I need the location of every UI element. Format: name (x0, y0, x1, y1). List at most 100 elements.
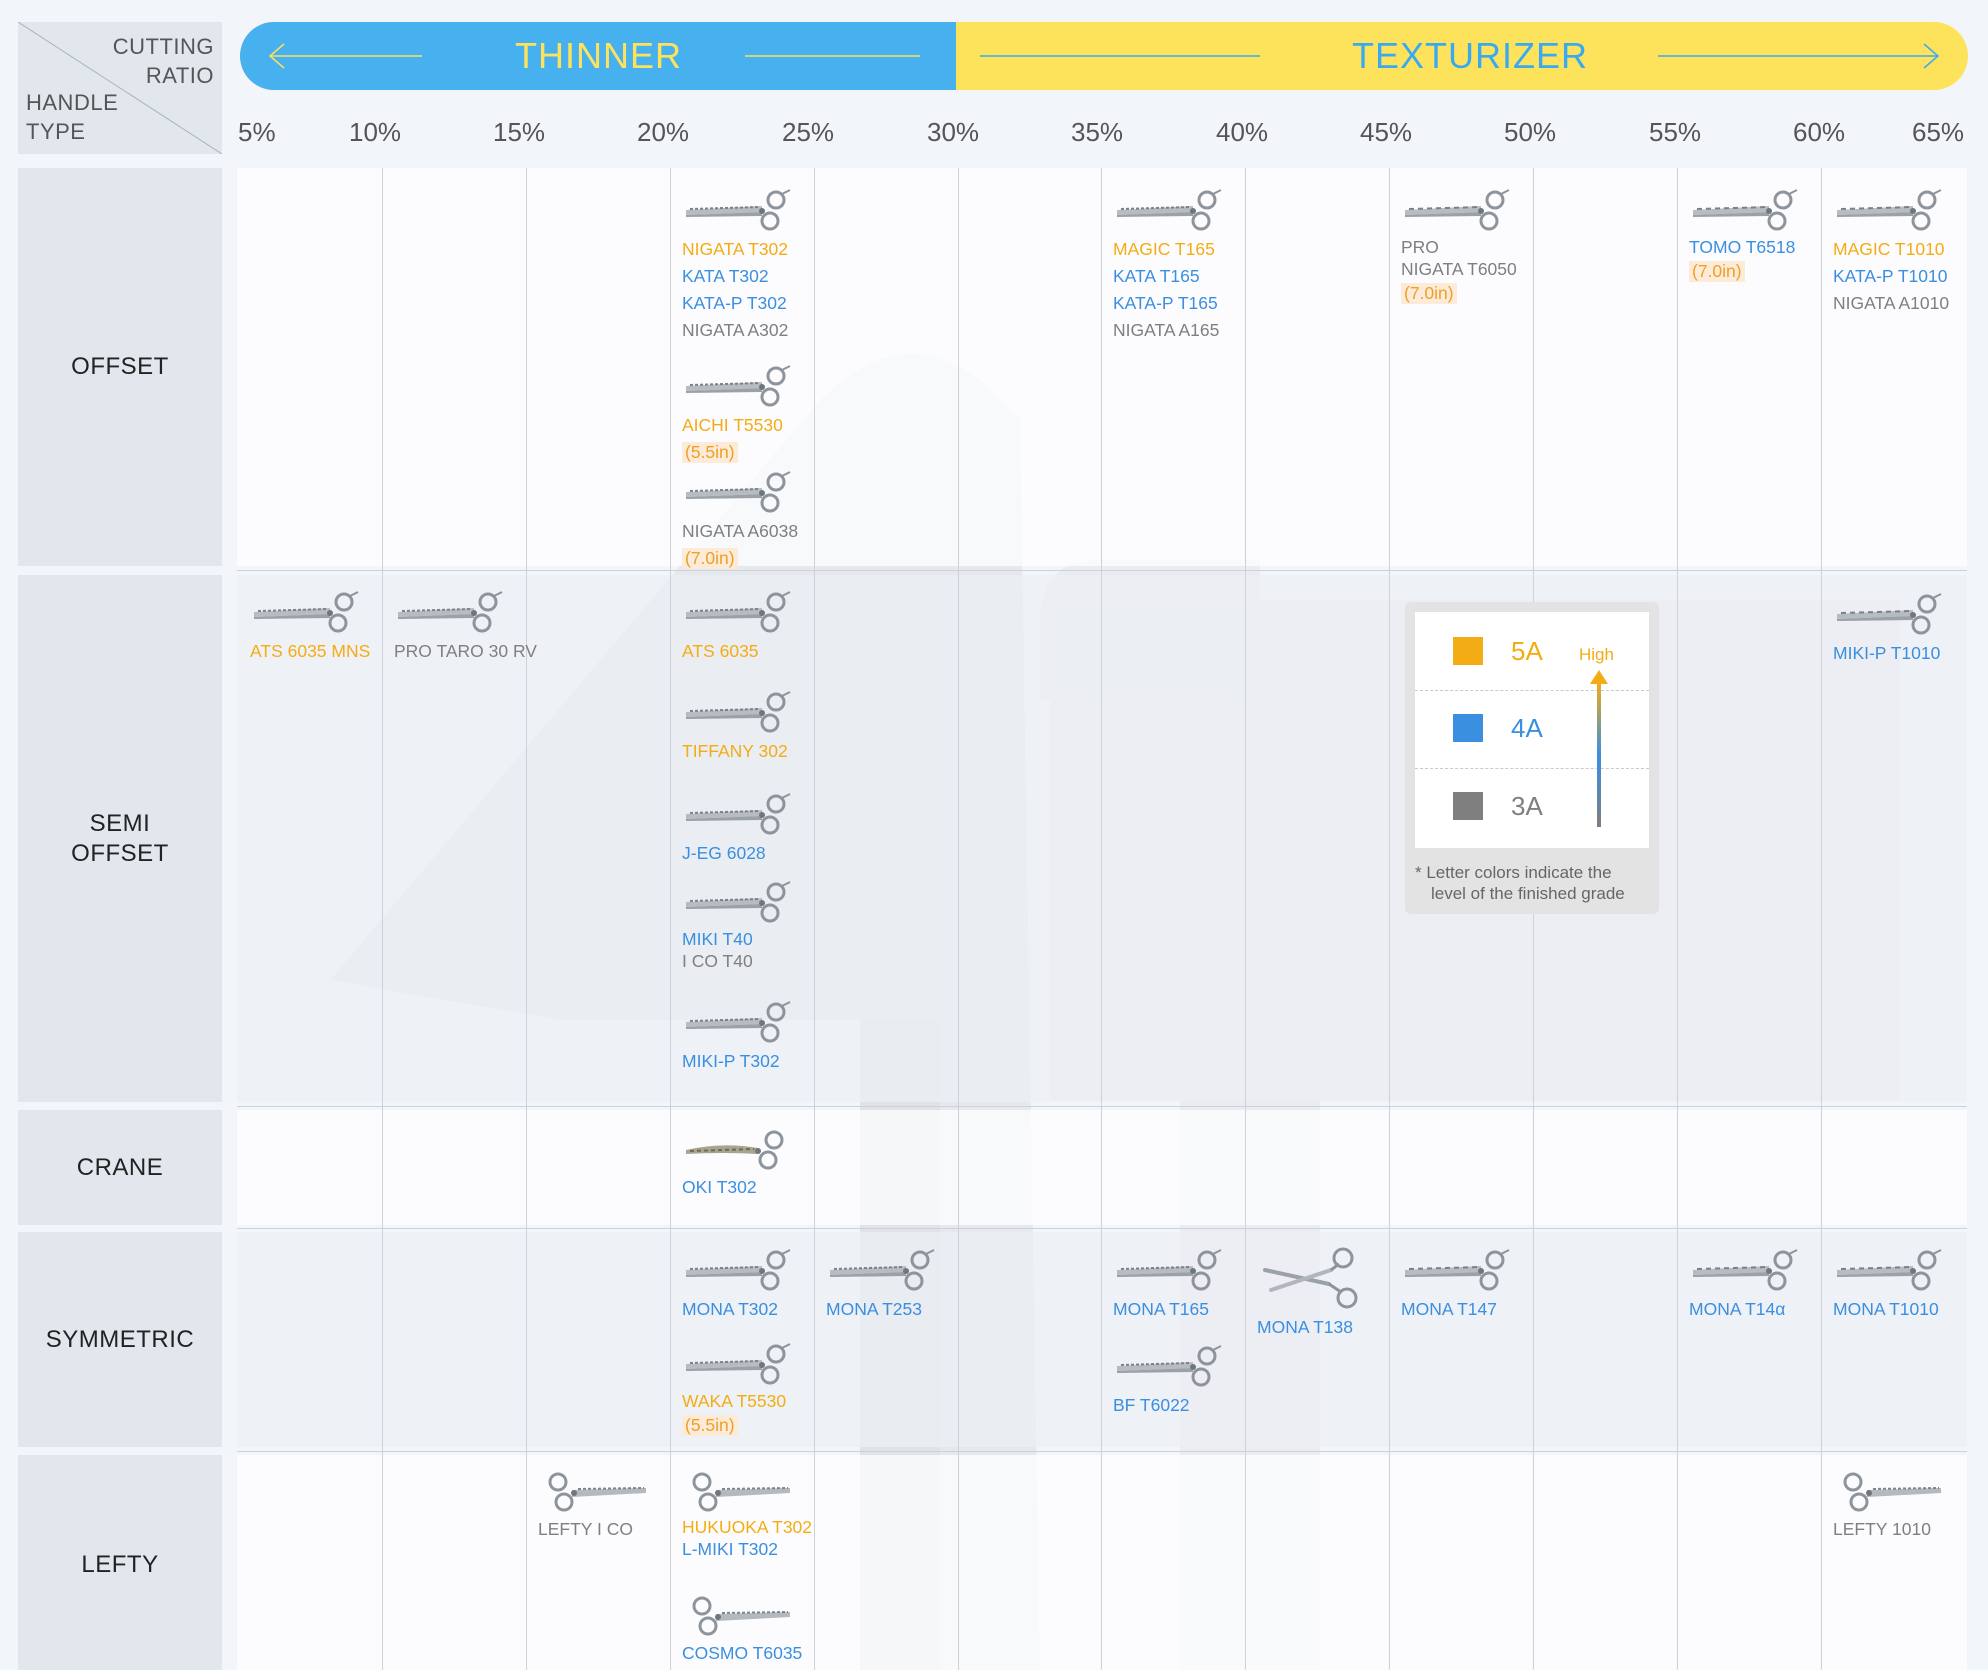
size-tag: (5.5in) (682, 442, 738, 463)
row-label-lefty: LEFTY (18, 1455, 222, 1670)
product-item[interactable]: MONA T302 (682, 1248, 794, 1323)
row-band (237, 1455, 1967, 1670)
product-item[interactable]: MONA T1010 (1833, 1248, 1945, 1323)
row-label-symmetric: SYMMETRIC (18, 1232, 222, 1447)
product-name: KATA-P T302 (682, 293, 787, 313)
thinning-shears-icon (1117, 1249, 1222, 1291)
ratio-tick-30: 30% (927, 117, 980, 147)
texturizing-shears-icon (1693, 1249, 1798, 1291)
product-name: MIKI-P T302 (682, 1051, 780, 1071)
thinning-shears-icon (686, 691, 791, 733)
product-item[interactable]: MONA T14α (1689, 1248, 1801, 1323)
product-name: WAKA T5530 (682, 1391, 787, 1411)
product-item[interactable]: MONA T165 (1113, 1248, 1225, 1323)
ratio-tick-20: 20% (637, 117, 690, 147)
product-name: MAGIC T165 (1113, 239, 1215, 259)
product-name: ATS 6035 (682, 641, 759, 661)
thinning-shears-icon (1117, 189, 1222, 231)
row-divider (237, 570, 1967, 571)
thinner-label: THINNER (515, 35, 682, 76)
product-item[interactable]: MONA T138 (1257, 1240, 1367, 1341)
product-name: KATA-P T1010 (1833, 266, 1948, 286)
product-item[interactable]: NIGATA A6038 (7.0in) (682, 470, 798, 572)
product-item[interactable]: PRO NIGATA T6050 (7.0in) (1401, 188, 1517, 307)
product-name: KATA-P T165 (1113, 293, 1218, 313)
product-item[interactable]: PRO TARO 30 RV (394, 590, 537, 665)
product-name: MIKI T40 (682, 929, 753, 949)
grade-legend: 5A 4A 3A High * Letter colors indicate t… (1405, 602, 1659, 914)
product-item[interactable]: LEFTY 1010 (1833, 1468, 1945, 1543)
product-item[interactable]: TIFFANY 302 (682, 690, 794, 765)
product-name: I CO T40 (682, 951, 753, 971)
product-item[interactable]: BF T6022 (1113, 1344, 1225, 1419)
product-name: J-EG 6028 (682, 843, 766, 863)
ratio-tick-15: 15% (493, 117, 546, 147)
product-name: KATA T302 (682, 266, 769, 286)
product-item[interactable]: OKI T302 (682, 1126, 794, 1201)
swatch-3a (1453, 792, 1483, 820)
product-item[interactable]: TOMO T6518 (7.0in) (1689, 188, 1801, 285)
product-item[interactable]: AICHI T5530 (5.5in) (682, 364, 794, 466)
product-item[interactable]: ATS 6035 (682, 590, 794, 665)
product-item[interactable]: MONA T253 (826, 1248, 938, 1323)
legend-note: * Letter colors indicate the level of th… (1415, 863, 1625, 903)
column-divider (1821, 168, 1822, 1670)
thinning-shears-icon (1117, 1345, 1222, 1387)
product-item[interactable]: J-EG 6028 (682, 792, 794, 867)
thinning-shears-icon (830, 1249, 935, 1291)
product-item[interactable]: HUKUOKA T302 L-MIKI T302 (682, 1468, 812, 1560)
texturizing-shears-icon (1405, 189, 1510, 231)
row-divider (237, 1451, 1967, 1452)
texturizing-shears-icon (1837, 189, 1942, 231)
product-name: MONA T253 (826, 1299, 922, 1319)
product-name: NIGATA A165 (1113, 320, 1220, 340)
ratio-tick-25: 25% (782, 117, 835, 147)
lefty-shears-icon (548, 1472, 646, 1512)
product-item[interactable]: MIKI-P T302 (682, 1000, 794, 1075)
ratio-tick-45: 45% (1360, 117, 1413, 147)
product-item[interactable]: MAGIC T1010 KATA-P T1010 NIGATA A1010 (1833, 188, 1949, 317)
ratio-tick-60: 60% (1793, 117, 1846, 147)
thinning-shears-icon (686, 1001, 791, 1043)
texturizing-shears-icon (1837, 593, 1942, 635)
product-name: NIGATA T6050 (1401, 259, 1517, 279)
product-name: L-MIKI T302 (682, 1539, 778, 1559)
ratio-tick-40: 40% (1216, 117, 1269, 147)
product-item[interactable]: MAGIC T165 KATA T165 KATA-P T165 NIGATA A16… (1113, 188, 1225, 344)
column-divider (1533, 168, 1534, 1670)
ratio-tick-5: 5% (238, 117, 276, 147)
thinning-shears-icon (686, 1249, 791, 1291)
product-item[interactable]: LEFTY I CO (538, 1468, 650, 1543)
swatch-4a (1453, 714, 1483, 742)
size-tag: (5.5in) (682, 1415, 738, 1436)
arrow-left-icon (268, 43, 422, 69)
product-item[interactable]: MIKI-P T1010 (1833, 592, 1945, 667)
product-item[interactable]: WAKA T5530 (5.5in) (682, 1342, 794, 1439)
grade-5a-label: 5A (1511, 636, 1543, 666)
thinning-shears-icon (686, 881, 791, 923)
column-divider (382, 168, 383, 1670)
size-tag: (7.0in) (1401, 283, 1457, 304)
scissors-comparison-chart: CUTTING RATIO HANDLE TYPE THINNER TEXTUR… (0, 0, 1988, 1670)
lefty-shears-icon (692, 1596, 790, 1636)
product-name: (7.0in) (682, 545, 798, 572)
product-name: TOMO T6518 (1689, 237, 1796, 257)
product-item[interactable]: COSMO T6035 (682, 1592, 802, 1667)
thinning-shears-icon (254, 591, 359, 633)
row-divider (237, 1106, 1967, 1107)
product-name: BF T6022 (1113, 1395, 1190, 1415)
product-item[interactable]: MONA T147 (1401, 1248, 1513, 1323)
product-name: OKI T302 (682, 1177, 757, 1197)
product-name: MONA T147 (1401, 1299, 1497, 1319)
handle-type-label: HANDLE TYPE (26, 90, 119, 144)
product-name: NIGATA T302 (682, 239, 789, 259)
ratio-tick-50: 50% (1504, 117, 1557, 147)
thinning-shears-icon (686, 471, 791, 513)
column-divider (1677, 168, 1678, 1670)
product-name: MONA T1010 (1833, 1299, 1939, 1319)
product-item[interactable]: NIGATA T302 KATA T302 KATA-P T302 NIGATA A3… (682, 188, 794, 344)
product-item[interactable]: ATS 6035 MNS (250, 590, 370, 665)
banner-arrows (268, 43, 1940, 69)
product-item[interactable]: MIKI T40 I CO T40 (682, 880, 794, 972)
column-divider (814, 168, 815, 1670)
